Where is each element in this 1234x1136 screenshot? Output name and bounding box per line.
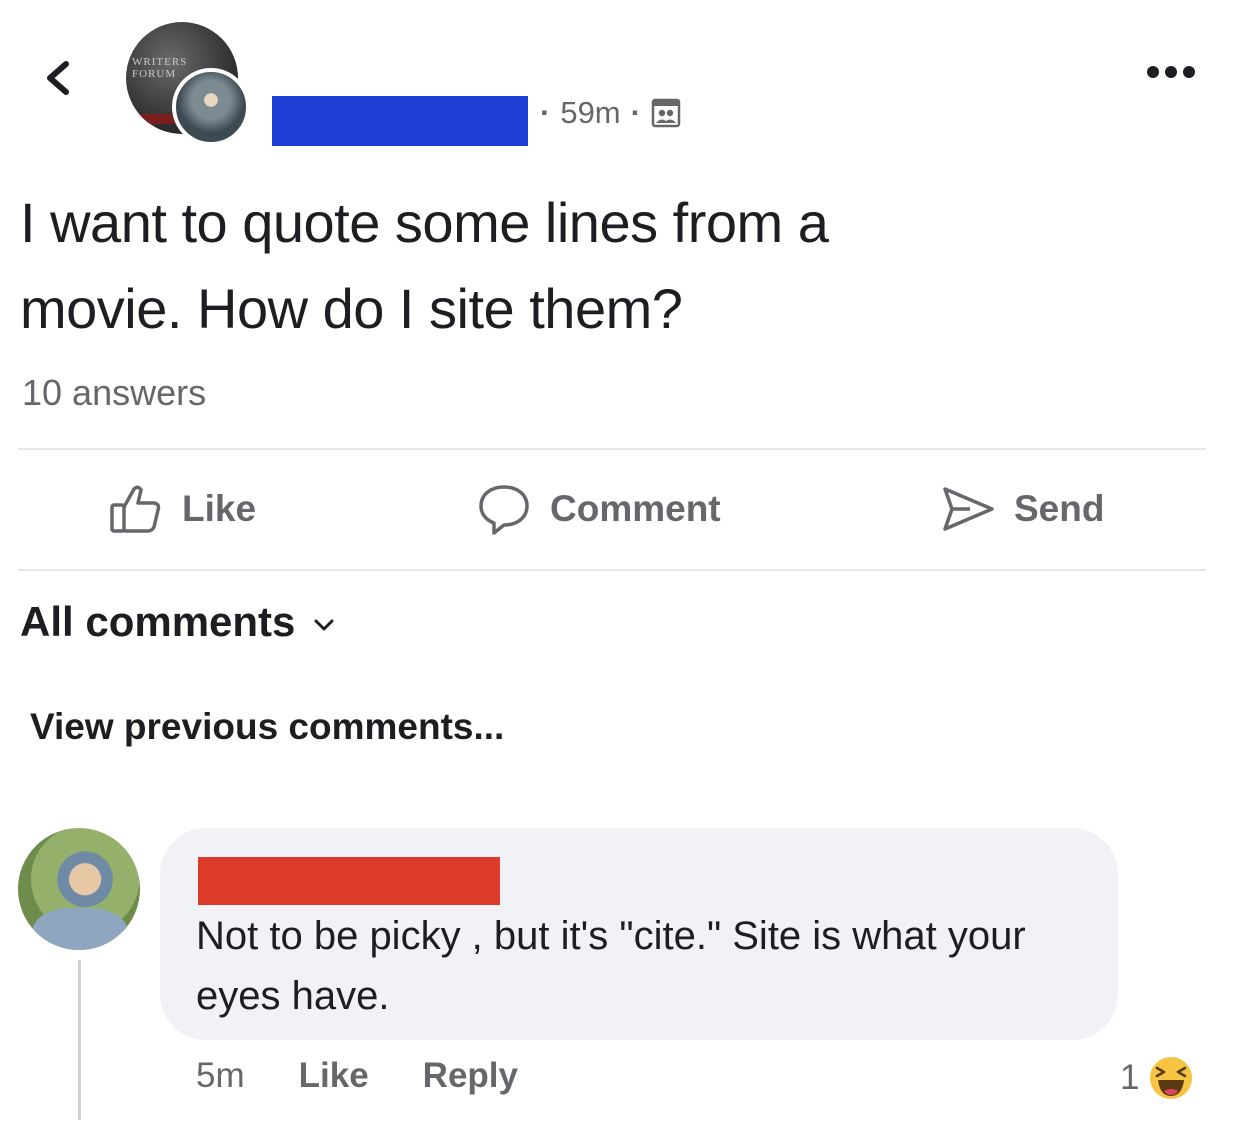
- comment-text: Not to be picky , but it's "cite." Site …: [196, 914, 1026, 1018]
- comment-time[interactable]: 5m: [196, 1056, 245, 1096]
- back-icon[interactable]: [38, 58, 78, 98]
- comments-filter-label: All comments: [20, 598, 296, 645]
- answers-count[interactable]: 10 answers: [22, 372, 206, 414]
- author-avatar: [172, 68, 250, 146]
- view-previous-comments-link[interactable]: View previous comments...: [30, 706, 504, 748]
- comment-like-button[interactable]: Like: [299, 1056, 369, 1096]
- comments-filter[interactable]: All comments: [20, 598, 337, 646]
- commenter-avatar[interactable]: [18, 828, 140, 950]
- meta-separator: ·: [540, 95, 551, 130]
- chevron-down-icon: [314, 619, 334, 631]
- commenter-name-redacted[interactable]: [198, 857, 500, 905]
- thread-line: [78, 960, 81, 1120]
- post-avatar[interactable]: WRITERS FORUM: [122, 22, 252, 147]
- more-options-icon[interactable]: [1146, 62, 1196, 82]
- meta-separator: ·: [630, 95, 641, 130]
- thumbs-up-icon: [110, 485, 161, 533]
- group-audience-icon: [651, 98, 681, 128]
- haha-icon: [1148, 1055, 1195, 1101]
- comment-reply-button[interactable]: Reply: [423, 1056, 518, 1096]
- comment-reactions[interactable]: 1: [1120, 1054, 1195, 1102]
- author-name-redacted[interactable]: [272, 96, 528, 146]
- post-text-line: I want to quote some lines from a: [20, 191, 829, 254]
- like-button[interactable]: Like: [108, 478, 256, 540]
- send-button[interactable]: Send: [940, 478, 1104, 540]
- comment-actions: 5m Like Reply: [196, 1056, 518, 1096]
- comment-label: Comment: [550, 488, 721, 529]
- send-label: Send: [1014, 488, 1105, 529]
- post-time[interactable]: 59m: [560, 95, 620, 131]
- divider: [18, 569, 1206, 571]
- post-text: I want to quote some lines from a movie.…: [20, 180, 1200, 352]
- like-label: Like: [182, 488, 257, 529]
- comment-bubble-icon: [479, 485, 529, 535]
- send-icon: [943, 487, 994, 531]
- post-meta: · 59m ·: [540, 91, 681, 135]
- divider: [18, 448, 1206, 450]
- comment-button[interactable]: Comment: [476, 478, 721, 540]
- post-text-line: movie. How do I site them?: [20, 277, 683, 340]
- reaction-count: 1: [1120, 1058, 1140, 1097]
